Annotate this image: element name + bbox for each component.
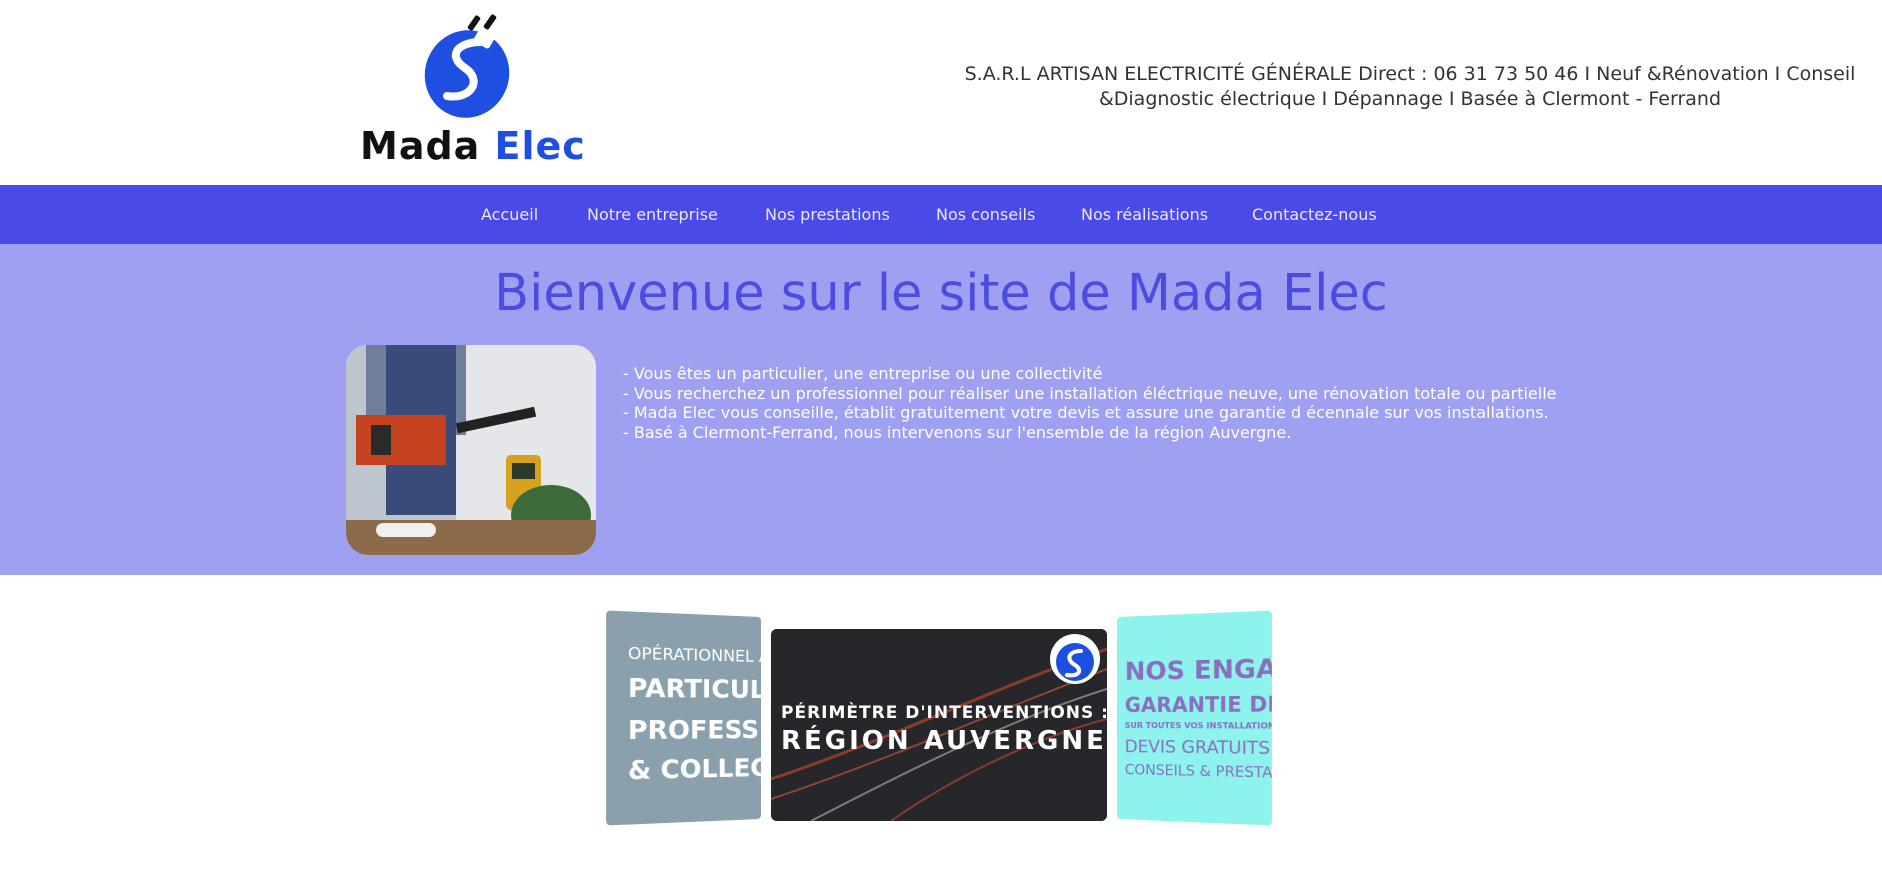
- site-header: Mada Elec S.A.R.L ARTISAN ELECTRICITÉ GÉ…: [0, 0, 1882, 185]
- welcome-line: - Vous recherchez un professionnel pour …: [623, 384, 1623, 404]
- nav-item-nos-conseils[interactable]: Nos conseils: [936, 205, 1035, 224]
- page-title: Bienvenue sur le site de Mada Elec: [0, 264, 1882, 324]
- header-tagline: S.A.R.L ARTISAN ELECTRICITÉ GÉNÉRALE Dir…: [950, 62, 1870, 112]
- logo-wordmark: Mada Elec: [360, 124, 586, 168]
- carousel-card-engagements[interactable]: NOS ENGAG GARANTIE DÉ SUR TOUTES VOS INS…: [1117, 610, 1272, 825]
- nav-item-notre-entreprise[interactable]: Notre entreprise: [587, 205, 718, 224]
- welcome-line: - Vous êtes un particulier, une entrepri…: [623, 364, 1623, 384]
- welcome-line: - Basé à Clermont-Ferrand, nous interven…: [623, 423, 1623, 443]
- card-engagements-line-3: SUR TOUTES VOS INSTALLATIONS: [1125, 721, 1272, 731]
- tagline-line-1: S.A.R.L ARTISAN ELECTRICITÉ GÉNÉRALE Dir…: [950, 62, 1870, 87]
- card-perimetre-line-2: RÉGION AUVERGNE: [781, 726, 1107, 756]
- electrician-illustration: [346, 345, 596, 555]
- welcome-section: Bienvenue sur le site de Mada Elec - Vou…: [0, 244, 1882, 575]
- card-engagements-line-1: NOS ENGAG: [1125, 652, 1272, 686]
- carousel-card-perimetre[interactable]: PÉRIMÈTRE D'INTERVENTIONS : RÉGION AUVER…: [771, 629, 1107, 821]
- tagline-line-2: &Diagnostic électrique I Dépannage I Bas…: [950, 87, 1870, 112]
- main-navigation: Accueil Notre entreprise Nos prestations…: [0, 185, 1882, 244]
- nav-item-accueil[interactable]: Accueil: [481, 205, 538, 224]
- nav-item-nos-realisations[interactable]: Nos réalisations: [1081, 205, 1208, 224]
- plug-logo-icon: [417, 12, 517, 122]
- card-clients-line-2: PARTICULI: [628, 673, 761, 704]
- card-clients-line-4: & COLLEC: [628, 753, 761, 786]
- card-perimetre-line-1: PÉRIMÈTRE D'INTERVENTIONS :: [781, 703, 1107, 723]
- logo-word-mada: Mada: [360, 124, 480, 168]
- card-engagements-line-2: GARANTIE DÉ: [1125, 691, 1272, 717]
- card-engagements-line-4: DEVIS GRATUITS &: [1125, 737, 1272, 760]
- welcome-line: - Mada Elec vous conseille, établit grat…: [623, 403, 1623, 423]
- site-logo[interactable]: Mada Elec: [357, 12, 572, 172]
- card-clients-line-1: OPÉRATIONNEL A: [628, 643, 761, 666]
- card-clients-line-3: PROFESSIO: [628, 715, 761, 746]
- nav-item-contactez-nous[interactable]: Contactez-nous: [1252, 205, 1377, 224]
- carousel-card-clients[interactable]: OPÉRATIONNEL A PARTICULI PROFESSIO & COL…: [606, 610, 761, 825]
- logo-word-elec: Elec: [495, 124, 586, 168]
- card-engagements-line-5: CONSEILS & PRESTA: [1125, 762, 1272, 782]
- electrician-photo: [346, 345, 596, 555]
- nav-item-nos-prestations[interactable]: Nos prestations: [765, 205, 890, 224]
- welcome-text: - Vous êtes un particulier, une entrepri…: [623, 364, 1623, 442]
- info-carousel: OPÉRATIONNEL A PARTICULI PROFESSIO & COL…: [0, 575, 1882, 871]
- plug-logo-icon: [1049, 633, 1101, 685]
